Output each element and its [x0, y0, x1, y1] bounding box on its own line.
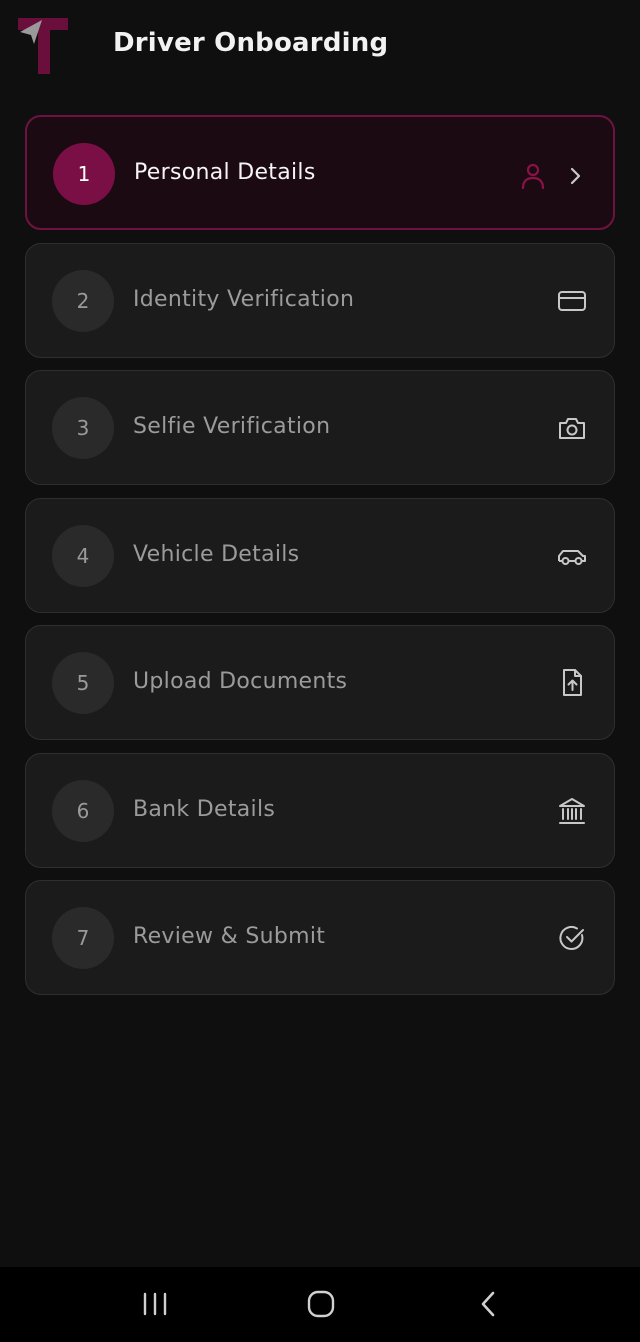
step-label: Personal Details	[134, 160, 316, 185]
step-number: 1	[53, 143, 115, 205]
home-icon[interactable]	[299, 1282, 343, 1326]
step-number: 3	[52, 397, 114, 459]
chevron-right-icon[interactable]	[559, 160, 591, 192]
step-upload-documents[interactable]: 5 Upload Documents	[25, 625, 615, 740]
step-label: Bank Details	[133, 796, 276, 822]
person-icon	[517, 160, 549, 192]
step-label: Upload Documents	[133, 669, 348, 694]
step-number: 7	[52, 907, 114, 969]
check-circle-icon	[556, 922, 588, 954]
step-identity-verification[interactable]: 2 Identity Verification	[25, 242, 615, 358]
back-icon[interactable]	[466, 1282, 510, 1326]
step-number: 5	[52, 652, 114, 714]
step-vehicle-details[interactable]: 4 Vehicle Details	[25, 497, 615, 613]
step-label: Vehicle Details	[133, 541, 300, 567]
car-icon	[556, 540, 588, 572]
app-header: Driver Onboarding	[0, 0, 640, 100]
bank-icon	[556, 795, 588, 827]
step-review-submit[interactable]: 7 Review & Submit	[25, 880, 615, 995]
id-card-icon	[556, 285, 588, 317]
step-number: 4	[52, 524, 114, 587]
step-number: 2	[52, 269, 114, 332]
camera-icon	[556, 412, 588, 444]
step-bank-details[interactable]: 6 Bank Details	[25, 752, 615, 868]
page-title: Driver Onboarding	[113, 28, 389, 58]
step-selfie-verification[interactable]: 3 Selfie Verification	[25, 370, 615, 485]
file-upload-icon	[556, 667, 588, 699]
onboarding-steps-list: 1 Personal Details 2 Identity Verificati…	[25, 115, 615, 1008]
step-label: Review & Submit	[133, 924, 326, 949]
system-navigation-bar	[0, 1267, 640, 1342]
step-label: Selfie Verification	[133, 414, 331, 439]
recent-apps-icon[interactable]	[133, 1282, 177, 1326]
app-logo	[18, 18, 68, 74]
step-number: 6	[52, 779, 114, 842]
step-label: Identity Verification	[133, 286, 355, 312]
step-personal-details[interactable]: 1 Personal Details	[25, 115, 615, 230]
